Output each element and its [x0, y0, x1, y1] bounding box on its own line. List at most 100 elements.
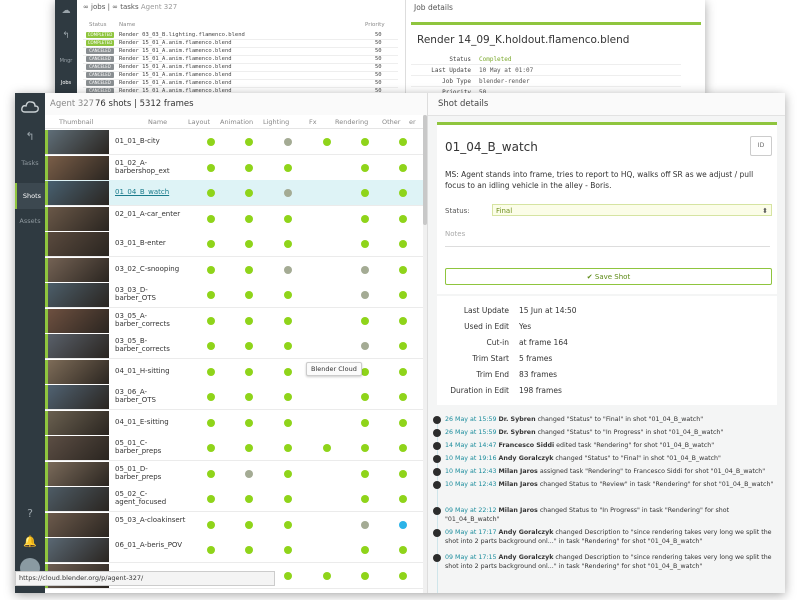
column-extra[interactable]: er — [409, 118, 416, 126]
shot-name[interactable]: 03_05_A-barber_corrects — [115, 312, 187, 328]
task-status-other-dot[interactable] — [399, 546, 407, 554]
table-row[interactable]: 05_03_A-cloakinsert — [45, 511, 427, 538]
job-name[interactable]: Render 15_01_A.anim.flamenco.blend — [119, 47, 232, 55]
shot-thumbnail[interactable] — [45, 512, 109, 537]
user-avatar-icon[interactable] — [433, 455, 441, 463]
shot-thumbnail[interactable] — [45, 334, 109, 358]
activity-time[interactable]: 10 May at 12:43 — [445, 481, 497, 488]
shot-thumbnail[interactable] — [45, 181, 109, 205]
user-avatar-icon[interactable] — [433, 429, 441, 437]
user-avatar-icon[interactable] — [433, 416, 441, 424]
task-status-fx-dot[interactable] — [323, 444, 331, 452]
task-status-animation-dot[interactable] — [245, 138, 253, 146]
task-status-animation-dot[interactable] — [245, 189, 253, 197]
task-status-rendering-dot[interactable] — [361, 418, 369, 427]
help-icon[interactable]: ? — [22, 506, 38, 522]
task-status-other-dot[interactable] — [399, 265, 407, 274]
shot-thumbnail[interactable] — [45, 308, 109, 333]
task-status-other-dot[interactable] — [399, 495, 407, 503]
sidebar-item-assets[interactable]: Assets — [15, 217, 45, 225]
activity-time[interactable]: 26 May at 15:59 — [445, 429, 497, 436]
task-status-rendering-dot[interactable] — [361, 291, 369, 299]
shot-thumbnail[interactable] — [45, 487, 109, 511]
table-row[interactable]: 06_01_A-beris_POV — [45, 537, 427, 563]
column-fx[interactable]: Fx — [309, 118, 317, 126]
task-status-lighting-dot[interactable] — [284, 316, 292, 325]
task-status-layout-dot[interactable] — [207, 469, 215, 478]
shot-thumbnail[interactable] — [45, 232, 109, 256]
shot-name[interactable]: 04_01_E-sitting — [115, 418, 187, 426]
column-other[interactable]: Other — [382, 118, 400, 126]
task-status-animation-dot[interactable] — [245, 495, 253, 503]
task-status-other-dot[interactable] — [399, 214, 407, 223]
task-status-layout-dot[interactable] — [207, 240, 215, 248]
task-status-lighting-dot[interactable] — [284, 291, 292, 299]
shot-thumbnail[interactable] — [45, 130, 109, 154]
activity-time[interactable]: 09 May at 17:15 — [445, 554, 497, 561]
task-status-rendering-dot[interactable] — [361, 546, 369, 554]
task-status-other-dot[interactable] — [399, 138, 407, 146]
task-status-layout-dot[interactable] — [207, 367, 215, 376]
shot-thumbnail[interactable] — [45, 257, 109, 282]
shot-thumbnail[interactable] — [45, 410, 109, 435]
notes-field[interactable]: Notes — [445, 230, 770, 247]
task-status-animation-dot[interactable] — [245, 418, 253, 427]
table-row[interactable]: 03_06_A-barber_OTS — [45, 384, 427, 410]
task-status-animation-dot[interactable] — [245, 393, 253, 401]
shot-thumbnail[interactable] — [45, 385, 109, 409]
task-status-rendering-dot[interactable] — [361, 138, 369, 146]
task-status-rendering-dot[interactable] — [361, 214, 369, 223]
task-status-other-dot[interactable] — [399, 367, 407, 376]
activity-time[interactable]: 10 May at 12:43 — [445, 468, 497, 475]
task-status-lighting-dot[interactable] — [284, 520, 292, 529]
task-status-layout-dot[interactable] — [207, 418, 215, 427]
column-animation[interactable]: Animation — [220, 118, 253, 126]
shot-name[interactable]: 06_01_A-beris_POV — [115, 541, 187, 549]
task-status-rendering-dot[interactable] — [361, 316, 369, 325]
task-status-lighting-dot[interactable] — [284, 265, 292, 274]
task-status-other-dot[interactable] — [399, 240, 407, 248]
task-status-other-dot[interactable] — [399, 316, 407, 325]
shot-name[interactable]: 05_03_A-cloakinsert — [115, 516, 187, 524]
table-row[interactable]: 01_01_B-city — [45, 129, 427, 155]
shot-name[interactable]: 01_02_A-barbershop_ext — [115, 159, 187, 175]
shot-thumbnail[interactable] — [45, 461, 109, 486]
task-status-fx-dot[interactable] — [323, 138, 331, 146]
task-status-animation-dot[interactable] — [245, 469, 253, 478]
table-row[interactable]: 01_04_B_watch — [45, 180, 427, 206]
project-name[interactable]: Agent 327 — [50, 99, 94, 109]
task-status-rendering-dot[interactable] — [361, 444, 369, 452]
job-name[interactable]: Render 15_01_A.anim.flamenco.blend — [119, 63, 232, 71]
notifications-bell-icon[interactable]: 🔔 — [22, 534, 38, 550]
user-avatar-icon[interactable] — [433, 554, 441, 562]
task-status-layout-dot[interactable] — [207, 316, 215, 325]
task-status-rendering-dot[interactable] — [361, 342, 369, 350]
task-status-animation-dot[interactable] — [245, 444, 253, 452]
shot-thumbnail[interactable] — [45, 206, 109, 231]
table-row[interactable]: 04_01_H-sitting — [45, 358, 427, 385]
column-lighting[interactable]: Lighting — [263, 118, 289, 126]
shot-thumbnail[interactable] — [45, 359, 109, 384]
task-status-layout-dot[interactable] — [207, 342, 215, 350]
shot-name[interactable]: 05_01_D-barber_preps — [115, 465, 187, 481]
column-rendering[interactable]: Rendering — [335, 118, 368, 126]
task-status-animation-dot[interactable] — [245, 291, 253, 299]
task-status-layout-dot[interactable] — [207, 393, 215, 401]
shot-name[interactable]: 03_06_A-barber_OTS — [115, 388, 187, 404]
column-layout[interactable]: Layout — [188, 118, 210, 126]
task-status-other-dot[interactable] — [399, 163, 407, 172]
task-status-lighting-dot[interactable] — [284, 418, 292, 427]
shot-thumbnail[interactable] — [45, 538, 109, 562]
task-status-other-dot[interactable] — [399, 393, 407, 401]
task-status-rendering-dot[interactable] — [361, 189, 369, 197]
status-select[interactable]: Final ⬍ — [492, 204, 772, 216]
task-status-other-dot[interactable] — [399, 571, 407, 580]
task-status-animation-dot[interactable] — [245, 520, 253, 529]
task-status-animation-dot[interactable] — [245, 316, 253, 325]
task-status-lighting-dot[interactable] — [284, 163, 292, 172]
task-status-fx-dot[interactable] — [323, 571, 331, 580]
shot-name[interactable]: 05_01_C-barber_preps — [115, 439, 187, 455]
table-row[interactable]: 04_01_E-sitting — [45, 409, 427, 436]
task-status-rendering-dot[interactable] — [361, 495, 369, 503]
task-status-lighting-dot[interactable] — [284, 367, 292, 376]
